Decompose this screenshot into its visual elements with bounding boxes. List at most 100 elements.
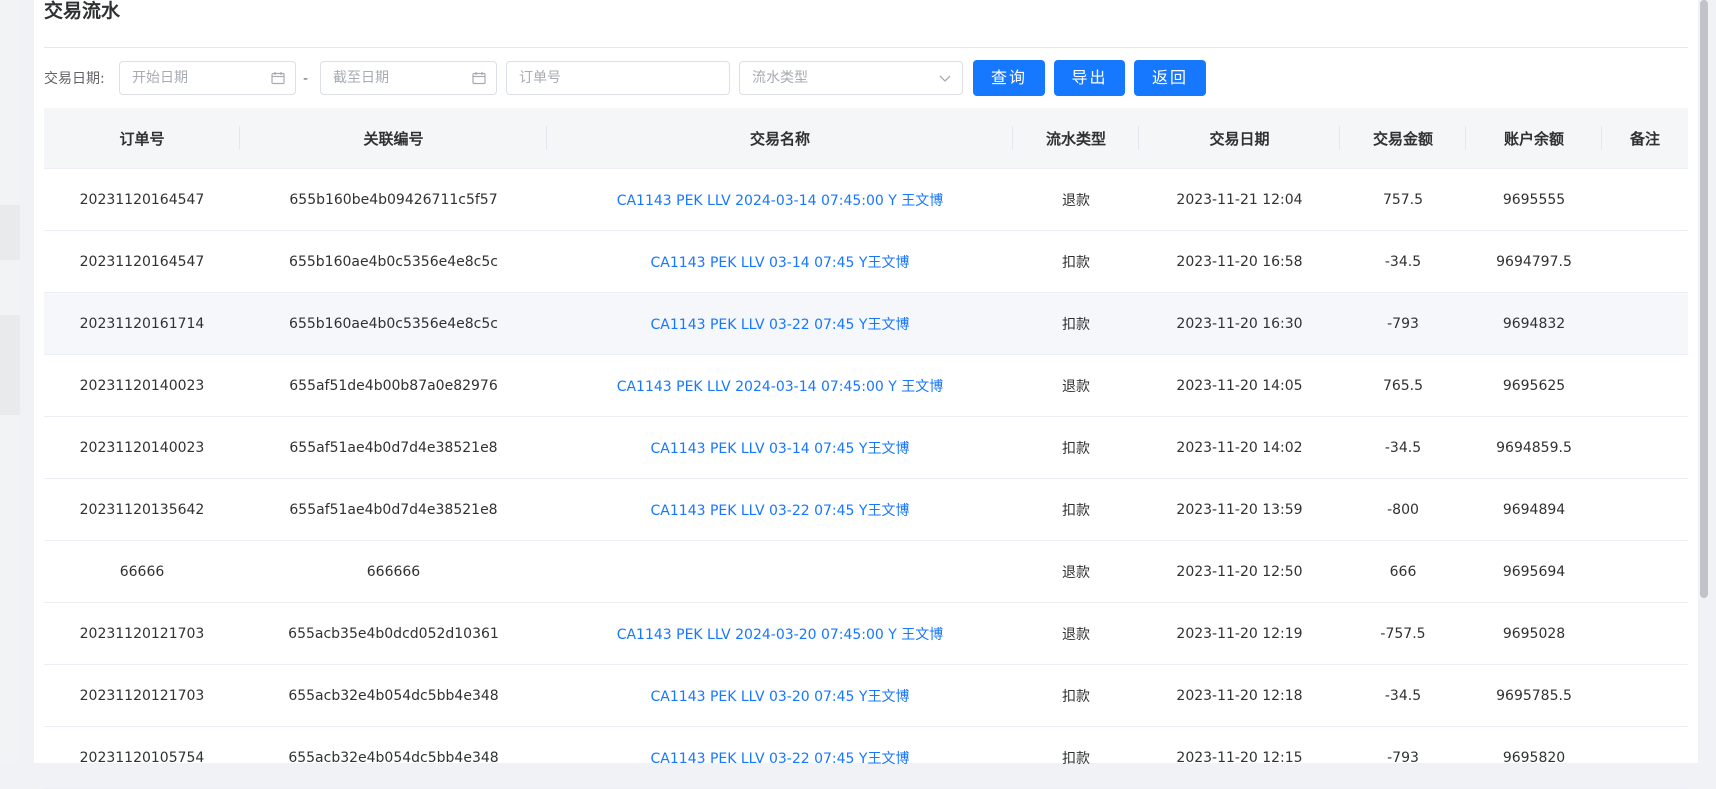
cell-amount: -34.5 — [1384, 253, 1422, 270]
start-date-placeholder: 开始日期 — [132, 70, 188, 86]
chevron-down-icon — [938, 62, 952, 94]
cell-transaction-date: 2023-11-20 14:05 — [1176, 377, 1303, 394]
cell-flow-type: 扣款 — [1062, 254, 1090, 271]
cell-transaction-name[interactable]: CA1143 PEK LLV 2024-03-14 07:45:00 Y 王文博 — [547, 169, 1013, 230]
cell-transaction-name[interactable]: CA1143 PEK LLV 2024-03-14 07:45:00 Y 王文博 — [547, 355, 1013, 416]
transaction-table: 订单号 关联编号 交易名称 流水类型 交易日期 交易金额 账户余额 备注 202… — [44, 108, 1688, 789]
end-date-placeholder: 截至日期 — [333, 70, 389, 86]
cell-transaction-name[interactable]: CA1143 PEK LLV 03-22 07:45 Y王文博 — [547, 293, 1013, 354]
sidebar-block — [0, 205, 20, 260]
query-button[interactable]: 查询 — [973, 60, 1045, 96]
cell-amount: -793 — [1387, 749, 1419, 766]
cell-order-number: 20231120164547 — [79, 253, 205, 270]
order-number-placeholder: 订单号 — [519, 70, 561, 86]
cell-flow-type: 扣款 — [1062, 750, 1090, 767]
cell-flow-type: 退款 — [1062, 626, 1090, 643]
export-button[interactable]: 导出 — [1054, 60, 1125, 96]
header-remark: 备注 — [1629, 129, 1660, 148]
header-transaction-name: 交易名称 — [547, 108, 1013, 168]
date-filter-label: 交易日期: — [44, 71, 105, 87]
cell-flow-type: 扣款 — [1062, 316, 1090, 333]
cell-remark — [1602, 665, 1688, 726]
cell-balance: 9695694 — [1502, 563, 1566, 580]
cell-transaction-name[interactable]: CA1143 PEK LLV 03-22 07:45 Y王文博 — [547, 479, 1013, 540]
cell-order-number: 20231120135642 — [79, 501, 205, 518]
table-row[interactable]: 20231120164547 655b160ae4b0c5356e4e8c5c CA… — [44, 231, 1688, 293]
cell-reference-number: 666666 — [366, 563, 421, 580]
calendar-icon — [472, 62, 486, 94]
cell-remark — [1602, 727, 1688, 788]
header-flow-type: 流水类型 — [1013, 108, 1139, 168]
flow-type-select[interactable]: 流水类型 — [739, 61, 963, 95]
cell-reference-number: 655af51ae4b0d7d4e38521e8 — [289, 439, 498, 456]
table-row[interactable]: 20231120121703 655acb35e4b0dcd052d10361 CA… — [44, 603, 1688, 665]
cell-reference-number: 655af51ae4b0d7d4e38521e8 — [289, 501, 498, 518]
cell-balance: 9695028 — [1502, 625, 1566, 642]
cell-transaction-date: 2023-11-20 12:50 — [1176, 563, 1303, 580]
cell-order-number: 66666 — [119, 563, 165, 580]
cell-remark — [1602, 541, 1688, 602]
cell-transaction-name[interactable]: CA1143 PEK LLV 2024-03-20 07:45:00 Y 王文博 — [547, 603, 1013, 664]
cell-transaction-name[interactable]: CA1143 PEK LLV 03-14 07:45 Y王文博 — [547, 417, 1013, 478]
header-amount: 交易金额 — [1340, 108, 1466, 168]
cell-balance: 9695625 — [1502, 377, 1566, 394]
cell-amount: 765.5 — [1382, 377, 1424, 394]
end-date-input[interactable]: 截至日期 — [320, 61, 497, 95]
cell-transaction-name[interactable]: CA1143 PEK LLV 03-22 07:45 Y王文博 — [547, 727, 1013, 788]
table-row[interactable]: 20231120135642 655af51ae4b0d7d4e38521e8 CA… — [44, 479, 1688, 541]
cell-remark — [1602, 293, 1688, 354]
cell-transaction-date: 2023-11-20 14:02 — [1176, 439, 1303, 456]
cell-transaction-name[interactable]: CA1143 PEK LLV 03-14 07:45 Y王文博 — [547, 231, 1013, 292]
cell-reference-number: 655acb32e4b054dc5bb4e348 — [288, 687, 499, 704]
title-divider — [44, 47, 1688, 48]
cell-amount: -34.5 — [1384, 687, 1422, 704]
table-row[interactable]: 20231120105754 655acb32e4b054dc5bb4e348 CA… — [44, 727, 1688, 789]
table-row[interactable]: 20231120140023 655af51ae4b0d7d4e38521e8 CA… — [44, 417, 1688, 479]
page-title: 交易流水 — [44, 0, 121, 22]
cell-amount: -793 — [1387, 315, 1419, 332]
cell-transaction-name[interactable]: CA1143 PEK LLV 03-20 07:45 Y王文博 — [547, 665, 1013, 726]
table-row[interactable]: 20231120161714 655b160ae4b0c5356e4e8c5c CA… — [44, 293, 1688, 355]
table-row[interactable]: 66666 666666 退款 2023-11-20 12:50 666 9695694 — [44, 541, 1688, 603]
table-row[interactable]: 20231120121703 655acb32e4b054dc5bb4e348 CA… — [44, 665, 1688, 727]
table-body: 20231120164547 655b160be4b09426711c5f57 CA… — [44, 169, 1688, 789]
table-row[interactable]: 20231120140023 655af51de4b00b87a0e82976 CA… — [44, 355, 1688, 417]
cell-remark — [1602, 169, 1688, 230]
cell-remark — [1602, 355, 1688, 416]
scrollbar-thumb[interactable] — [1700, 0, 1708, 598]
cell-reference-number: 655acb32e4b054dc5bb4e348 — [288, 749, 499, 766]
cell-reference-number: 655af51de4b00b87a0e82976 — [289, 377, 498, 394]
back-button[interactable]: 返回 — [1134, 60, 1206, 96]
header-balance: 账户余额 — [1466, 108, 1602, 168]
cell-reference-number: 655acb35e4b0dcd052d10361 — [288, 625, 499, 642]
cell-reference-number: 655b160be4b09426711c5f57 — [289, 191, 498, 208]
cell-balance: 9694894 — [1502, 501, 1566, 518]
cell-reference-number: 655b160ae4b0c5356e4e8c5c — [289, 253, 498, 270]
cell-amount: -757.5 — [1380, 625, 1426, 642]
header-transaction-date: 交易日期 — [1139, 108, 1340, 168]
cell-transaction-date: 2023-11-21 12:04 — [1176, 191, 1303, 208]
cell-transaction-date: 2023-11-20 16:30 — [1176, 315, 1303, 332]
cell-flow-type: 扣款 — [1062, 502, 1090, 519]
cell-remark — [1602, 417, 1688, 478]
left-sidebar-edge — [0, 0, 20, 763]
table-row[interactable]: 20231120164547 655b160be4b09426711c5f57 CA… — [44, 169, 1688, 231]
order-number-input[interactable]: 订单号 — [506, 61, 730, 95]
flow-type-placeholder: 流水类型 — [752, 70, 808, 86]
cell-flow-type: 退款 — [1062, 378, 1090, 395]
cell-order-number: 20231120161714 — [79, 315, 205, 332]
cell-amount: 757.5 — [1382, 191, 1424, 208]
cell-transaction-date: 2023-11-20 13:59 — [1176, 501, 1303, 518]
cell-order-number: 20231120121703 — [79, 625, 205, 642]
start-date-input[interactable]: 开始日期 — [119, 61, 296, 95]
cell-balance: 9695785.5 — [1496, 687, 1572, 704]
cell-balance: 9695555 — [1502, 191, 1566, 208]
cell-remark — [1602, 231, 1688, 292]
cell-flow-type: 退款 — [1062, 192, 1090, 209]
cell-transaction-date: 2023-11-20 12:19 — [1176, 625, 1303, 642]
calendar-icon — [271, 62, 285, 94]
cell-remark — [1602, 479, 1688, 540]
cell-order-number: 20231120121703 — [79, 687, 205, 704]
cell-flow-type: 退款 — [1062, 564, 1090, 581]
cell-amount: -34.5 — [1384, 439, 1422, 456]
